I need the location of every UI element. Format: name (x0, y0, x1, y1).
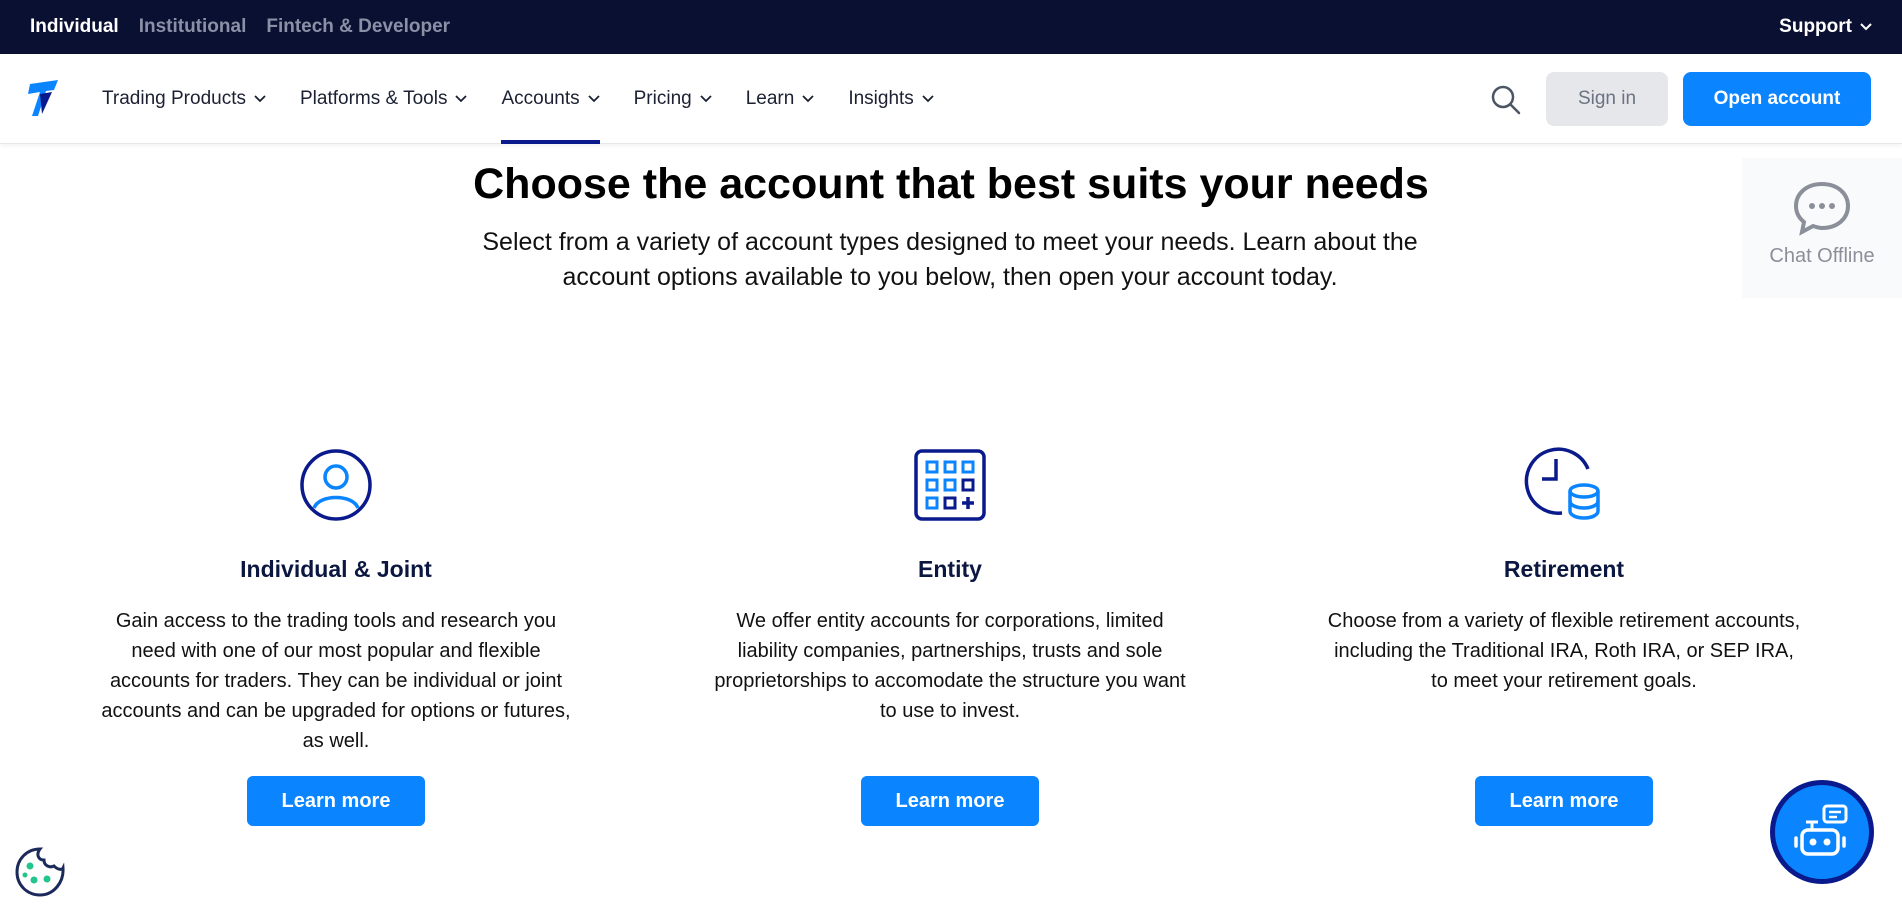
nav-item-accounts[interactable]: Accounts (501, 54, 600, 144)
segment-fintech-developer[interactable]: Fintech & Developer (266, 16, 450, 38)
card-body: Gain access to the trading tools and res… (101, 610, 571, 752)
account-card-retirement: Retirement Choose from a variety of flex… (1264, 440, 1864, 826)
chevron-down-icon (587, 95, 600, 103)
card-body: We offer entity accounts for corporation… (714, 610, 1186, 722)
card-title: Entity (918, 556, 982, 582)
card-body: Choose from a variety of flexible retire… (1327, 610, 1801, 692)
account-card-individual: Individual & Joint Gain access to the tr… (36, 440, 636, 826)
open-account-button[interactable]: Open account (1683, 72, 1871, 126)
nav-item-pricing[interactable]: Pricing (634, 54, 712, 144)
segment-institutional[interactable]: Institutional (139, 16, 247, 38)
card-title: Retirement (1503, 556, 1625, 582)
building-grid-icon (650, 440, 1250, 530)
learn-more-button[interactable]: Learn more (861, 776, 1039, 826)
main-nav: Trading Products Platforms & Tools Accou… (0, 54, 1902, 144)
top-bar: Individual Institutional Fintech & Devel… (0, 0, 1902, 54)
nav-item-platforms-tools[interactable]: Platforms & Tools (299, 54, 468, 144)
chat-widget[interactable]: Chat Offline (1742, 158, 1902, 298)
robot-icon (1794, 804, 1848, 856)
support-label: Support (1779, 16, 1852, 37)
chat-status-label: Chat Offline (1769, 245, 1875, 267)
chevron-down-icon (700, 95, 712, 103)
user-circle-icon (36, 440, 636, 530)
sign-in-button[interactable]: Sign in (1546, 72, 1668, 126)
nav-item-label: Insights (848, 88, 914, 109)
chevron-down-icon (254, 95, 266, 103)
search-icon[interactable] (1490, 84, 1522, 116)
chevron-down-icon (455, 95, 468, 103)
account-card-entity: Entity We offer entity accounts for corp… (650, 440, 1250, 826)
chevron-down-icon (1860, 23, 1872, 31)
brand-logo[interactable] (28, 78, 62, 118)
page-subtitle: Select from a variety of account types d… (482, 228, 1418, 291)
nav-menu: Trading Products Platforms & Tools Accou… (102, 54, 968, 144)
learn-more-button[interactable]: Learn more (1475, 776, 1653, 826)
nav-item-label: Trading Products (102, 88, 246, 109)
chevron-down-icon (802, 95, 814, 103)
nav-item-label: Platforms & Tools (299, 88, 448, 109)
audience-segments: Individual Institutional Fintech & Devel… (30, 16, 450, 38)
nav-item-label: Accounts (501, 88, 580, 109)
nav-item-label: Learn (745, 88, 795, 109)
cookie-icon[interactable] (14, 846, 66, 898)
chatbot-button[interactable] (1770, 780, 1874, 884)
learn-more-button[interactable]: Learn more (247, 776, 425, 826)
nav-item-learn[interactable]: Learn (746, 54, 815, 144)
card-title: Individual & Joint (240, 556, 432, 582)
nav-item-label: Pricing (633, 88, 692, 109)
nav-item-trading-products[interactable]: Trading Products (102, 54, 266, 144)
chevron-down-icon (922, 95, 934, 103)
nav-item-insights[interactable]: Insights (848, 54, 934, 144)
page-title: Choose the account that best suits your … (473, 160, 1429, 208)
clock-coins-icon (1264, 440, 1864, 530)
chat-bubble-icon (1793, 181, 1851, 236)
support-menu[interactable]: Support (1779, 16, 1872, 38)
segment-individual[interactable]: Individual (30, 16, 119, 38)
